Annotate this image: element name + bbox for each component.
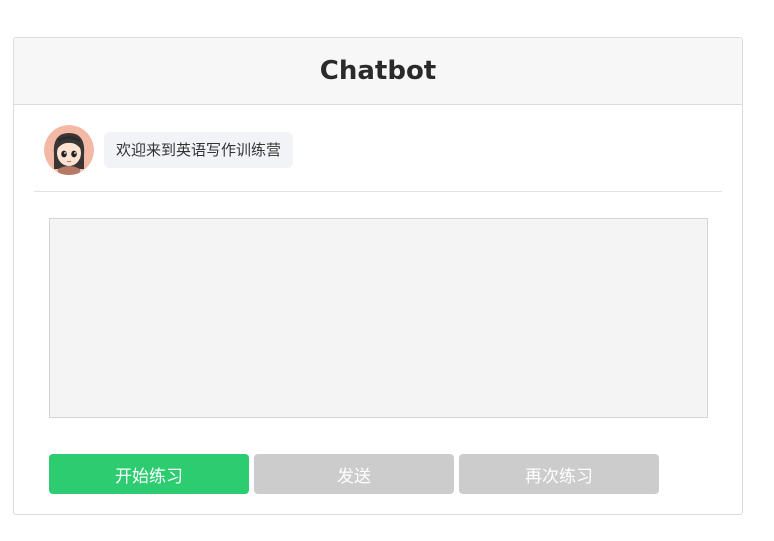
chatbot-panel: Chatbot 欢迎来到英语写作训练营 开始练习 发送 再次练习 [13, 37, 743, 515]
bot-message-bubble: 欢迎来到英语写作训练营 [104, 132, 294, 168]
page-title: Chatbot [319, 56, 437, 86]
practice-again-button[interactable]: 再次练习 [459, 454, 659, 494]
send-button[interactable]: 发送 [254, 454, 454, 494]
start-practice-button[interactable]: 开始练习 [49, 454, 249, 494]
girl-avatar-icon [44, 125, 94, 175]
action-buttons: 开始练习 发送 再次练习 [49, 454, 659, 494]
message-input[interactable] [49, 218, 708, 418]
panel-header: Chatbot [14, 38, 742, 105]
divider [34, 191, 722, 192]
chat-message: 欢迎来到英语写作训练营 [44, 125, 294, 175]
